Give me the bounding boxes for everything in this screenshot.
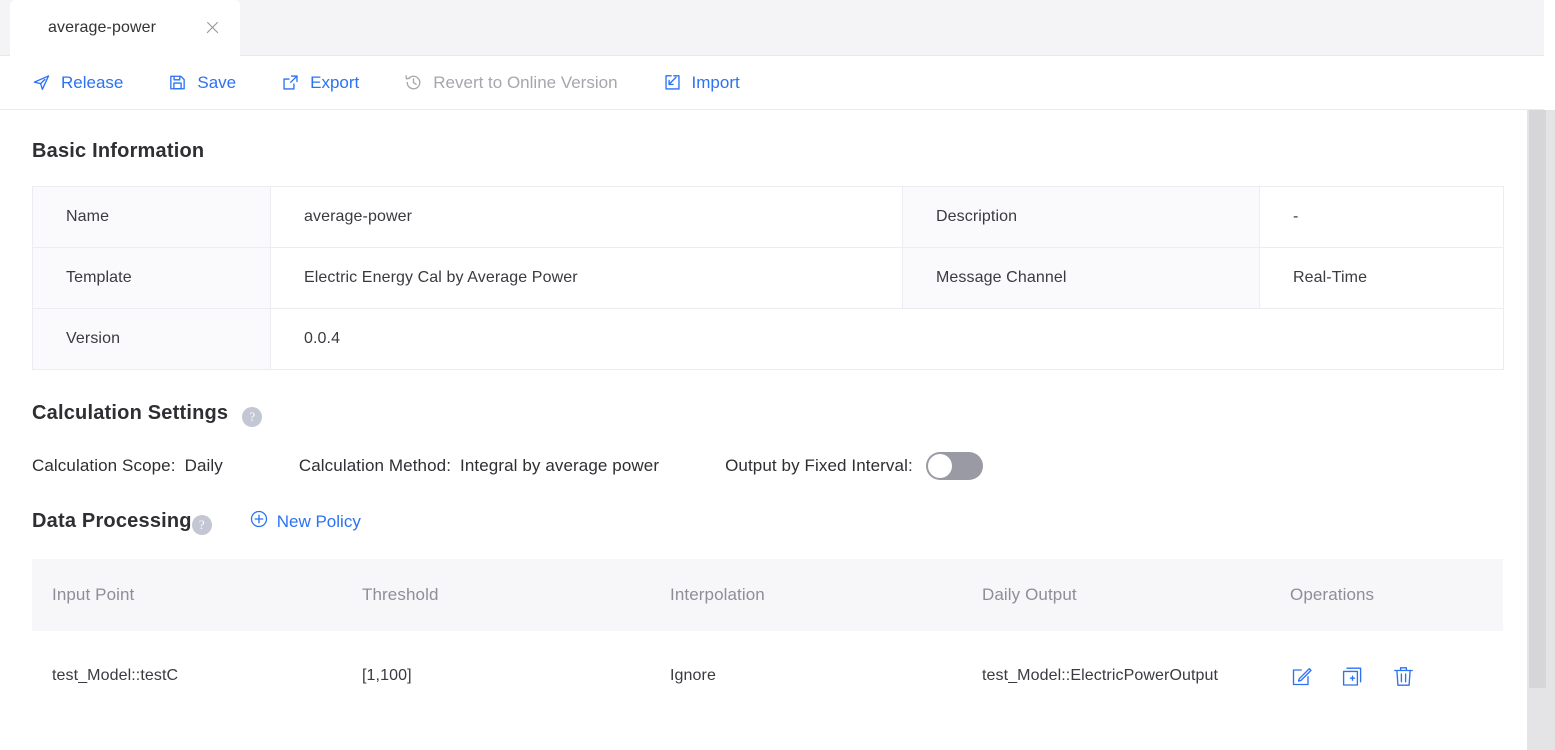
app-window: average-power Release Save Export Revert… — [0, 0, 1555, 750]
window-right-edge — [1544, 0, 1555, 110]
data-processing-table: Input Point Threshold Interpolation Dail… — [32, 559, 1503, 721]
version-label: Version — [32, 308, 271, 370]
calculation-scope-field: Calculation Scope: Daily — [32, 456, 223, 476]
column-header-daily-output: Daily Output — [962, 559, 1270, 631]
calculation-scope-label: Calculation Scope: — [32, 456, 176, 475]
operations-group — [1290, 665, 1503, 688]
table-header-row: Input Point Threshold Interpolation Dail… — [32, 559, 1503, 631]
plus-circle-icon — [250, 510, 268, 533]
cell-input-point: test_Model::testC — [32, 631, 342, 721]
import-button[interactable]: Import — [663, 69, 740, 97]
basic-information-header: Basic Information — [32, 140, 1495, 163]
import-label: Import — [691, 72, 740, 92]
send-icon — [32, 73, 51, 92]
tab-strip: average-power — [0, 0, 1545, 56]
save-button[interactable]: Save — [168, 69, 236, 97]
revert-to-online-version-button[interactable]: Revert to Online Version — [404, 69, 618, 97]
calculation-settings-fields: Calculation Scope: Daily Calculation Met… — [32, 452, 1495, 480]
cell-threshold: [1,100] — [342, 631, 650, 721]
vertical-scrollbar-track[interactable] — [1527, 110, 1555, 750]
name-value: average-power — [270, 186, 903, 248]
calculation-settings-header: Calculation Settings ? — [32, 402, 1495, 427]
toolbar: Release Save Export Revert to Online Ver… — [0, 56, 1545, 110]
table-row: Template Electric Energy Cal by Average … — [32, 247, 1504, 309]
output-fixed-interval-field: Output by Fixed Interval: — [725, 456, 913, 476]
floppy-disk-icon — [168, 73, 187, 92]
cell-daily-output: test_Model::ElectricPowerOutput — [962, 631, 1270, 721]
template-label: Template — [32, 247, 271, 309]
data-processing-title: Data Processing — [32, 510, 192, 532]
release-button[interactable]: Release — [32, 69, 123, 97]
edit-icon[interactable] — [1290, 665, 1313, 688]
export-label: Export — [310, 72, 360, 92]
question-mark-icon[interactable]: ? — [191, 514, 212, 535]
calculation-method-label: Calculation Method: — [298, 456, 452, 475]
template-value: Electric Energy Cal by Average Power — [270, 247, 903, 309]
release-label: Release — [61, 72, 124, 92]
column-header-interpolation: Interpolation — [650, 559, 962, 631]
close-icon[interactable] — [204, 19, 222, 37]
import-box-icon — [663, 73, 682, 92]
column-header-threshold: Threshold — [342, 559, 650, 631]
calculation-settings-section: Calculation Settings ? Calculation Scope… — [32, 402, 1495, 480]
cell-operations — [1270, 631, 1503, 721]
calculation-settings-title: Calculation Settings — [32, 402, 229, 424]
data-processing-header: Data Processing ? New Policy — [32, 510, 1495, 535]
revert-label: Revert to Online Version — [433, 72, 618, 92]
description-value: - — [1259, 186, 1504, 248]
name-label: Name — [32, 186, 271, 248]
daily-output-text: test_Model::ElectricPowerOutput — [982, 667, 1219, 685]
column-header-operations: Operations — [1270, 559, 1503, 631]
tab-average-power[interactable]: average-power — [10, 0, 240, 56]
toggle-knob — [927, 454, 952, 478]
new-policy-label: New Policy — [276, 511, 361, 531]
basic-information-table: Name average-power Description - Templat… — [32, 186, 1504, 370]
table-row: Name average-power Description - — [32, 186, 1504, 248]
message-channel-value: Real-Time — [1259, 247, 1504, 309]
version-value: 0.0.4 — [270, 308, 1504, 370]
calculation-method-field: Calculation Method: Integral by average … — [299, 456, 659, 476]
new-policy-button[interactable]: New Policy — [250, 510, 361, 533]
column-header-input-point: Input Point — [32, 559, 342, 631]
tab-label: average-power — [48, 19, 157, 36]
copy-icon[interactable] — [1341, 665, 1364, 688]
table-row: test_Model::testC [1,100] Ignore test_Mo… — [32, 631, 1503, 721]
question-mark-icon[interactable]: ? — [242, 406, 263, 427]
delete-icon[interactable] — [1392, 665, 1415, 688]
data-processing-section: Data Processing ? New Policy Input Point… — [32, 510, 1503, 721]
cell-interpolation: Ignore — [650, 631, 962, 721]
export-button[interactable]: Export — [281, 69, 359, 97]
page-title: Basic Information — [32, 140, 205, 162]
history-clock-icon — [404, 73, 423, 92]
vertical-scrollbar-thumb[interactable] — [1529, 110, 1546, 688]
output-fixed-interval-label: Output by Fixed Interval: — [725, 456, 913, 475]
content-pane: Basic Information Name average-power Des… — [0, 110, 1527, 750]
calculation-scope-value: Daily — [184, 456, 223, 475]
table-row: Version 0.0.4 — [32, 308, 1504, 370]
external-link-icon — [281, 73, 300, 92]
save-label: Save — [197, 72, 237, 92]
message-channel-label: Message Channel — [902, 247, 1260, 309]
output-fixed-interval-toggle[interactable] — [925, 452, 983, 480]
description-label: Description — [902, 186, 1260, 248]
calculation-method-value: Integral by average power — [460, 456, 660, 475]
